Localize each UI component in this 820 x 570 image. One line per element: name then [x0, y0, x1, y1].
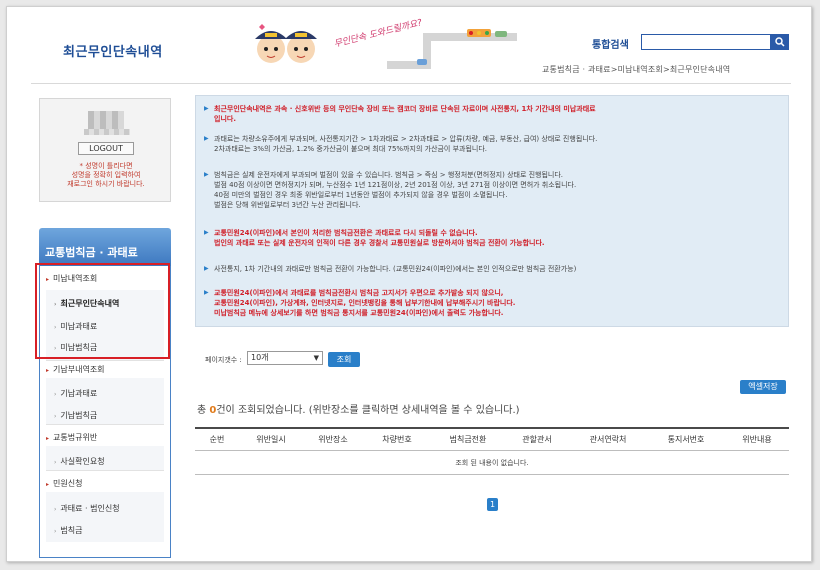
notice-item: ▶ 교통민원24(이파인)에서 본인이 처리한 범칙금전환은 과태료로 다시 되…	[204, 228, 545, 248]
sidebar-item-label: 범칙금	[60, 526, 83, 535]
excel-save-button[interactable]: 엑셀저장	[740, 380, 786, 394]
sidebar-item-fact-check[interactable]: › 사실확인요청	[50, 456, 168, 467]
sidebar-item-label: 기납과태료	[60, 389, 98, 398]
table-header-vehicle: 차량번호	[382, 435, 412, 444]
sidebar-item-civil-request[interactable]: ▸ 민원신청	[40, 478, 170, 489]
table-header-station: 관할관서	[522, 435, 552, 444]
bullet-icon: ▶	[204, 171, 209, 178]
table-top-border	[195, 427, 789, 429]
table-header-number: 순번	[209, 435, 225, 444]
sidebar-item-paid-penalty[interactable]: › 기납범칙금	[50, 410, 168, 421]
sidebar-item-penalty-request[interactable]: › 범칙금	[50, 525, 168, 536]
notice-text: 범칙금은 실제 운전자에게 부과되며 벌점이 있을 수 있습니다. 범칙금 > …	[214, 171, 564, 179]
arrow-icon: ›	[54, 459, 57, 466]
menu-header: 교통범칙금 · 과태료	[39, 228, 171, 266]
menu-divider	[46, 424, 164, 425]
page-count-value: 10개	[251, 353, 269, 362]
breadcrumb: 교통범칙금 · 과태료>미납내역조회>최근무인단속내역	[542, 65, 731, 74]
search-button[interactable]: 조회	[328, 352, 360, 367]
notice-text: 벌점 40점 이상이면 면허정지가 되며, 누산점수 1년 121점이상, 2년…	[214, 181, 577, 189]
menu-divider	[46, 360, 164, 361]
notice-item: ▶ 범칙금은 실제 운전자에게 부과되며 벌점이 있을 수 있습니다. 범칙금 …	[204, 170, 576, 210]
table-header-notice-number: 통지서번호	[667, 435, 705, 444]
police-mascot-image	[255, 24, 317, 63]
chevron-down-icon: ▼	[313, 354, 319, 362]
login-note-line: 재로그인 하시기 바랍니다.	[67, 180, 145, 188]
notice-text: 40점 미만의 벌점인 경우 최종 위반일로부터 1년동안 벌점이 추가되지 않…	[214, 191, 508, 199]
highlight-box	[35, 263, 170, 359]
sidebar-item-fine-request[interactable]: › 과태료 · 범인신청	[50, 503, 168, 514]
sidebar-item-label: 기납범칙금	[60, 411, 98, 420]
table-header-conversion: 범칙금전환	[449, 435, 487, 444]
bullet-icon: ▶	[204, 289, 209, 296]
table-header-divider	[195, 450, 789, 451]
table-header-contact: 관서연락처	[589, 435, 627, 444]
arrow-icon: ▸	[46, 481, 50, 488]
bullet-icon: ▶	[204, 135, 209, 142]
sidebar-item-label: 사실확인요청	[60, 457, 105, 466]
notice-text: 교통민원24(이파인), 가상계좌, 인터넷지로, 인터넷뱅킹을 통해 납부기한…	[214, 299, 516, 307]
sidebar-item-traffic-violation[interactable]: ▸ 교통법규위반	[40, 432, 170, 443]
arrow-icon: ›	[54, 506, 57, 513]
table-header-datetime: 위반일시	[256, 435, 286, 444]
bullet-icon: ▶	[204, 265, 209, 272]
notice-text: 법인의 과태료 또는 실제 운전자의 인적이 다른 경우 경찰서 교통민원실로 …	[214, 239, 545, 247]
result-summary: 총 0건이 조회되었습니다. (위반장소를 클릭하면 상세내역을 볼 수 있습니…	[197, 401, 520, 416]
sidebar-item-paid-inquiry[interactable]: ▸ 기납부내역조회	[40, 364, 170, 375]
search-label: 통합검색	[592, 40, 629, 51]
page-title: 최근무인단속내역	[63, 45, 163, 60]
result-suffix: 건이 조회되었습니다. (위반장소를 클릭하면 상세내역을 볼 수 있습니다.)	[216, 405, 520, 416]
notice-text: 입니다.	[214, 115, 236, 123]
notice-item: ▶ 과태료는 차량소유주에게 부과되며, 사전통지기간 > 1차과태료 > 2차…	[204, 134, 597, 154]
sidebar-item-paid-fine[interactable]: › 기납과태료	[50, 388, 168, 399]
result-prefix: 총	[197, 405, 210, 416]
notice-text: 과태료는 차량소유주에게 부과되며, 사전통지기간 > 1차과태료 > 2차과태…	[214, 135, 598, 143]
pagination-page-button[interactable]: 1	[487, 498, 498, 511]
login-note: * 성명이 틀리다면 성명을 정확히 입력하여 재로그인 하시기 바랍니다.	[40, 162, 172, 189]
notice-text: 미납범칙금 메뉴에 상세보기를 하면 범칙금 통지서를 교통민원24(이파인)에…	[214, 309, 504, 317]
blurred-user-name	[88, 111, 124, 129]
notice-text: 벌점은 당해 위반일로부터 3년간 누산 관리됩니다.	[214, 201, 361, 209]
arrow-icon: ▸	[46, 435, 50, 442]
arrow-icon: ▸	[46, 367, 50, 374]
page-count-select[interactable]: 10개 ▼	[247, 351, 323, 365]
header-divider	[31, 83, 791, 84]
arrow-icon: ›	[54, 391, 57, 398]
bullet-icon: ▶	[204, 105, 209, 112]
road-illustration	[387, 29, 517, 69]
notice-text: 교통민원24(이파인)에서 본인이 처리한 범칙금전환은 과태료로 다시 되돌릴…	[214, 229, 478, 237]
menu-divider	[46, 470, 164, 471]
table-bottom-border	[195, 474, 789, 475]
search-icon[interactable]	[771, 34, 789, 50]
table-header-violation: 위반내용	[742, 435, 772, 444]
login-note-line: 성명을 정확히 입력하여	[71, 171, 141, 179]
page-count-label: 페이지갯수 :	[205, 356, 242, 364]
sidebar-item-label: 민원신청	[53, 479, 83, 488]
sidebar-item-label: 교통법규위반	[53, 433, 98, 442]
notice-text: 교통민원24(이파인)에서 과태료를 범칙금전환시 범칙금 고지서가 우편으로 …	[214, 289, 504, 297]
login-note-line: * 성명이 틀리다면	[79, 162, 133, 170]
blurred-user-info	[84, 129, 130, 135]
arrow-icon: ›	[54, 528, 57, 535]
sidebar-item-label: 기납부내역조회	[53, 365, 105, 374]
app-window: 최근무인단속내역 무인단속 도와드릴까요? 통합검색 교통범칙금 · 과태료>미…	[6, 6, 812, 562]
arrow-icon: ›	[54, 413, 57, 420]
notice-text: 사전통지, 1차 기간내의 과태료만 범칙금 전환이 가능합니다. (교통민원2…	[214, 265, 577, 273]
notice-item: ▶ 교통민원24(이파인)에서 과태료를 범칙금전환시 범칙금 고지서가 우편으…	[204, 288, 515, 318]
bullet-icon: ▶	[204, 229, 209, 236]
login-panel: LOGOUT * 성명이 틀리다면 성명을 정확히 입력하여 재로그인 하시기 …	[39, 98, 171, 202]
logout-button[interactable]: LOGOUT	[78, 142, 134, 155]
notice-text: 2차과태료는 3%의 가산금, 1.2% 중가산금이 붙으며 최대 75%까지의…	[214, 145, 488, 153]
notice-item: ▶ 사전통지, 1차 기간내의 과태료만 범칙금 전환이 가능합니다. (교통민…	[204, 264, 576, 274]
table-header-location: 위반장소	[318, 435, 348, 444]
notice-text: 최근무인단속내역은 과속 · 신호위반 등의 무인단속 장비 또는 캠코더 장비…	[214, 105, 596, 113]
notice-item: ▶ 최근무인단속내역은 과속 · 신호위반 등의 무인단속 장비 또는 캠코더 …	[204, 104, 596, 124]
table-empty-message: 조회 된 내용이 없습니다.	[455, 459, 529, 467]
sidebar-item-label: 과태료 · 범인신청	[60, 504, 120, 513]
notice-panel: ▶ 최근무인단속내역은 과속 · 신호위반 등의 무인단속 장비 또는 캠코더 …	[195, 95, 789, 327]
search-input[interactable]	[641, 34, 771, 50]
